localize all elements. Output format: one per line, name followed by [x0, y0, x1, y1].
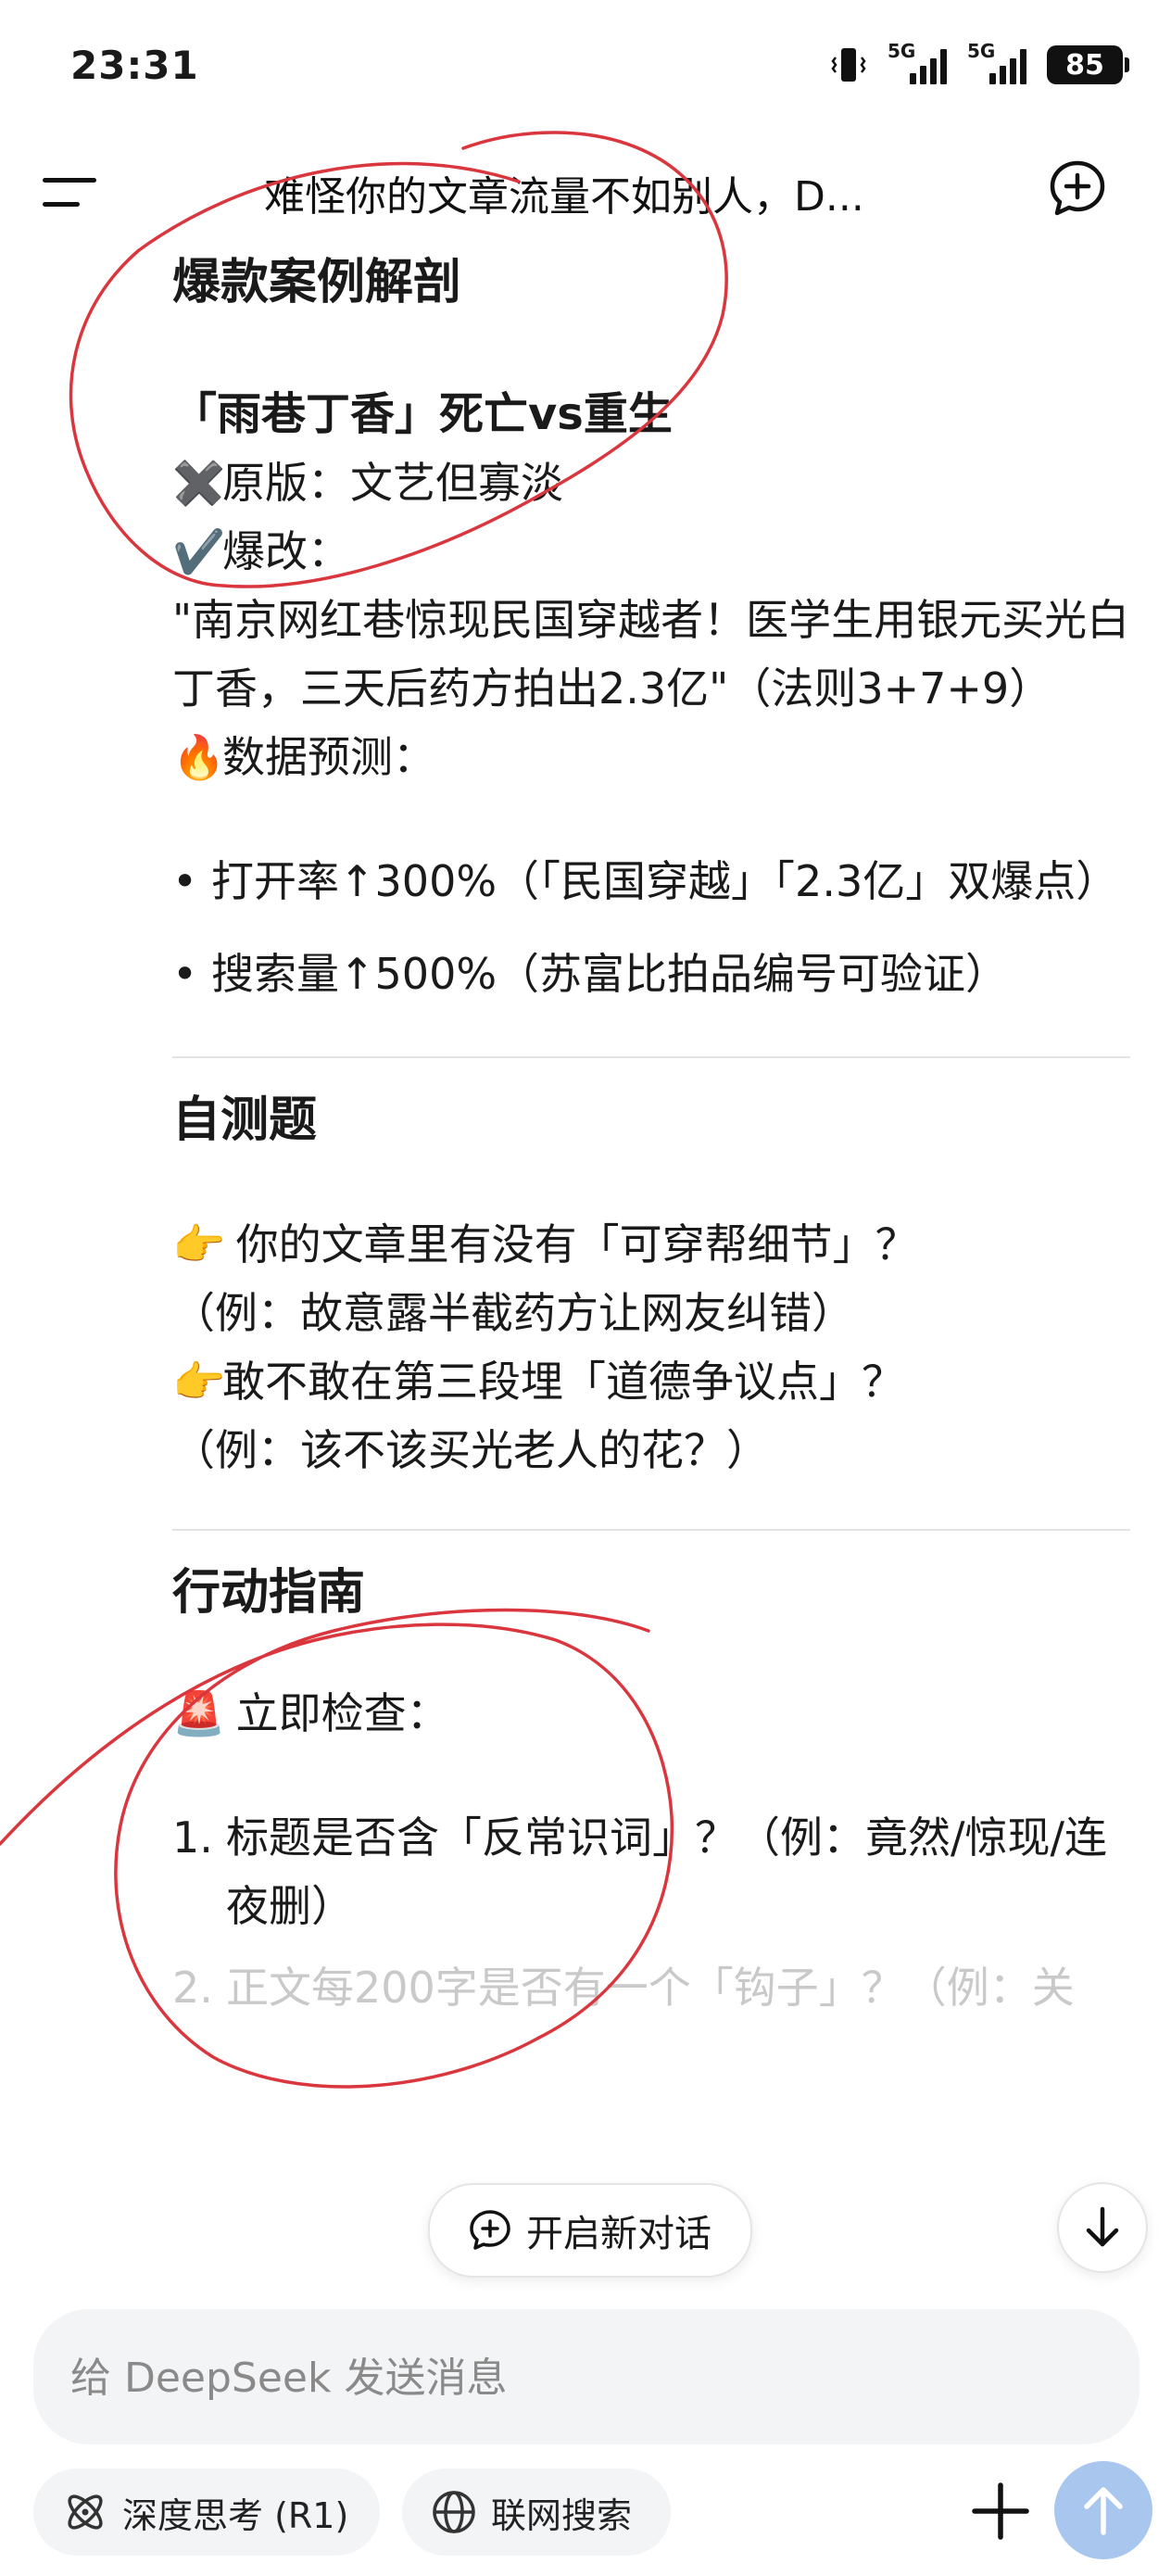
send-button[interactable] [1054, 2461, 1152, 2559]
case-heading: 爆款案例解剖 [172, 255, 462, 310]
scroll-to-bottom-button[interactable] [1057, 2182, 1148, 2273]
conversation-title[interactable]: 难怪你的文章流量不如别人，D... [264, 163, 864, 222]
signal-5g-2-icon: 5G [967, 40, 1026, 86]
status-bar: 23:31 5G 5G 85 [0, 0, 1171, 139]
atom-icon [68, 2494, 103, 2530]
list-item: 1. 标题是否含「反常识词」？（例：竟然/惊现/连夜删） [172, 1812, 1107, 1931]
new-chat-icon [470, 2210, 510, 2250]
pointing-hand-icon: 👉 [172, 1219, 226, 1269]
battery-indicator: 85 [1047, 45, 1129, 84]
question-1-example: （例：故意露半截药方让网友纠错） [172, 1288, 854, 1338]
chat-header: 难怪你的文章流量不如别人，D... [0, 139, 1171, 241]
signal-5g-1-icon: 5G [888, 40, 947, 86]
attach-plus-icon[interactable] [954, 2465, 1047, 2557]
new-chat-label: 开启新对话 [526, 2213, 711, 2255]
list-item: 搜索量↑500%（苏富比拍品编号可验证） [172, 940, 1130, 1008]
revised-quote: "南京网红巷惊现民国穿越者！医学生用银元买光白丁香，三天后药方拍出2.3亿"（法… [172, 595, 1130, 713]
check-mark-icon: ✔️ [172, 526, 226, 576]
selftest-heading: 自测题 [172, 1092, 318, 1148]
fire-icon: 🔥 [172, 732, 226, 782]
clock: 23:31 [70, 43, 199, 88]
vibrate-icon [831, 48, 866, 82]
menu-icon[interactable] [43, 172, 102, 213]
question-2-example: （例：该不该买光老人的花？） [172, 1425, 769, 1475]
web-search-toggle[interactable]: 联网搜索 [402, 2469, 671, 2556]
new-chat-icon[interactable] [1049, 159, 1106, 217]
question-2: 👉敢不敢在第三段埋「道德争议点」？ [172, 1347, 1130, 1416]
cross-mark-icon: ✖️ [172, 458, 226, 508]
assistant-message: 爆款案例解剖 「雨巷丁香」死亡vs重生 ✖️原版：文艺但寡淡 ✔️爆改： "南京… [172, 241, 1130, 2022]
forecast-line: 🔥数据预测： [172, 723, 1130, 791]
case-subheading: 「雨巷丁香」死亡vs重生 [172, 388, 673, 440]
original-line: ✖️原版：文艺但寡淡 [172, 448, 1130, 517]
arrow-up-icon [1084, 2487, 1123, 2535]
siren-icon: 🚨 [172, 1688, 226, 1738]
deep-think-label: 深度思考 (R1) [122, 2494, 349, 2536]
case-section: 爆款案例解剖 「雨巷丁香」死亡vs重生 ✖️原版：文艺但寡淡 ✔️爆改： "南京… [172, 248, 1130, 1008]
list-item: 2. 正文每200字是否有一个「钩子」？（例：关 [172, 1963, 1075, 2013]
forecast-list: 打开率↑300%（「民国穿越」「2.3亿」双爆点） 搜索量↑500%（苏富比拍品… [172, 847, 1130, 1008]
new-chat-button[interactable]: 开启新对话 [428, 2183, 752, 2278]
arrow-down-icon [1086, 2206, 1119, 2247]
revised-line: ✔️爆改： [172, 517, 1130, 586]
globe-icon [433, 2491, 475, 2533]
web-search-label: 联网搜索 [491, 2494, 633, 2536]
message-input[interactable] [69, 2309, 1091, 2446]
action-section: 行动指南 🚨 立即检查： 1. 标题是否含「反常识词」？（例：竟然/惊现/连夜删）… [172, 1559, 1130, 2022]
list-item: 打开率↑300%（「民国穿越」「2.3亿」双爆点） [172, 847, 1130, 915]
question-1: 👉 你的文章里有没有「可穿帮细节」？ [172, 1210, 1130, 1279]
selftest-section: 自测题 👉 你的文章里有没有「可穿帮细节」？ （例：故意露半截药方让网友纠错） … [172, 1086, 1130, 1484]
deep-think-toggle[interactable]: 深度思考 (R1) [33, 2469, 380, 2556]
check-line: 🚨 立即检查： [172, 1679, 1130, 1748]
steps-list: 1. 标题是否含「反常识词」？（例：竟然/惊现/连夜删） 2. 正文每200字是否有… [172, 1803, 1130, 2022]
action-heading: 行动指南 [172, 1565, 366, 1621]
pointing-hand-icon: 👉 [172, 1357, 226, 1407]
status-icons: 5G 5G 85 [830, 40, 1129, 89]
message-input-box[interactable] [33, 2309, 1140, 2446]
